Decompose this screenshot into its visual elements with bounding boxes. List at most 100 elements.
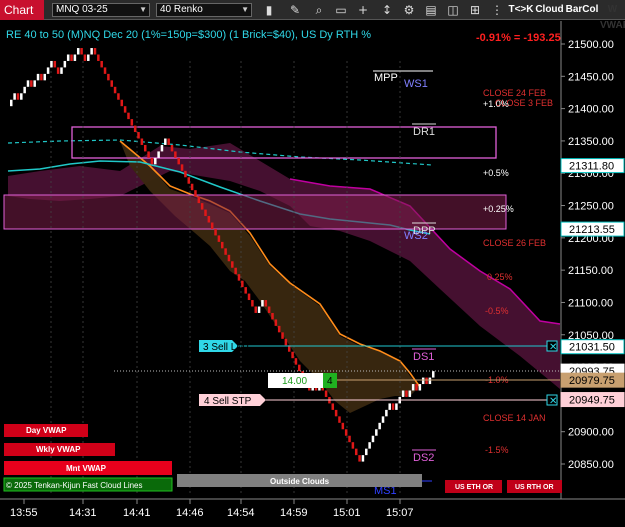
renko-brick-down [281, 332, 284, 339]
day-vwap-label: Day VWAP [26, 426, 67, 435]
attach-icon[interactable]: ⊞ [468, 3, 482, 17]
sell-limit-label: 3 Sell LMT [203, 342, 251, 353]
renko-brick-down [344, 429, 348, 436]
session-vertical-lines [50, 61, 401, 493]
renko-brick-down [53, 60, 57, 68]
monthly-vwap-label: Mnt VWAP [66, 464, 107, 473]
time-tick-label: 14:31 [69, 507, 97, 519]
template-icon[interactable]: ▤ [424, 3, 438, 17]
renko-brick-down [264, 300, 268, 307]
cloud-toggle-button[interactable]: Cloud [535, 2, 564, 18]
renko-brick-up [164, 138, 167, 145]
renko-brick-up [395, 403, 398, 410]
renko-brick-down [354, 448, 358, 456]
wvwap-toggle-button[interactable]: W VWAP [600, 2, 625, 31]
price-marker-label: 21311.80 [569, 161, 614, 173]
time-tick-label: 14:41 [123, 507, 151, 519]
price-tick-label: 21100.00 [568, 297, 613, 309]
tk-toggle-button[interactable]: T<>K [508, 2, 534, 18]
renko-brick-up [23, 86, 26, 94]
price-axis[interactable]: 21500.0021450.0021400.0021350.0021300.00… [560, 21, 625, 499]
chart-trader-icon[interactable]: ◫ [446, 3, 460, 17]
renko-brick-down [224, 248, 227, 255]
renko-brick-down [130, 119, 134, 126]
crosshair-icon[interactable]: + [356, 3, 370, 17]
time-axis[interactable]: 13:55 14:31 14:41 14:46 14:54 14:59 15:01 15:07 [0, 498, 625, 519]
renko-brick-down [207, 216, 211, 223]
percent-minus-0.25-label: 0.25% [487, 272, 513, 282]
renko-brick-down [217, 235, 221, 242]
renko-brick-down [80, 48, 83, 55]
renko-brick-down [227, 254, 231, 262]
time-tick-label: 14:59 [280, 507, 308, 519]
renko-brick-up [63, 60, 67, 68]
chevron-down-icon: ▼ [139, 5, 147, 14]
renko-brick-down [358, 455, 361, 462]
percent-minus-1.5-label: -1.5% [485, 445, 509, 455]
percent-plus-0.25-label: +0.25% [483, 204, 514, 214]
close-26feb-label: CLOSE 26 FEB [483, 238, 546, 248]
renko-brick-up [43, 73, 46, 81]
percent-plus-0.5-label: +0.5% [483, 168, 509, 178]
strategy-icon[interactable]: ⚙ [402, 3, 416, 17]
sell-stop-order[interactable]: 4 Sell STP [199, 394, 266, 407]
renko-brick-down [180, 164, 184, 171]
renko-brick-down [110, 80, 113, 87]
instrument-selector[interactable]: MNQ 03-25 ▼ [52, 3, 150, 17]
sell-limit-order[interactable]: 3 Sell LMT [199, 340, 251, 353]
renko-brick-down [231, 261, 234, 268]
vwap-buttons: Day VWAP Wkly VWAP Mnt VWAP [4, 424, 172, 475]
kijun-cloud-magenta [8, 143, 560, 389]
position-marker[interactable]: 14.00 4 [268, 373, 337, 388]
renko-brick-down [214, 228, 217, 236]
renko-brick-down [30, 80, 33, 87]
price-tick-label: 21500.00 [568, 39, 614, 51]
chart-title: RE 40 to 50 (M)NQ Dec 20 (1%=150p=$300) … [6, 29, 371, 41]
toolbar: Chart MNQ 03-25 ▼ 40 Renko ▼ ▮ ✎ ⌕ ▭ + ↕ ⚙… [0, 0, 625, 31]
renko-brick-up [257, 306, 261, 313]
grid-icon[interactable]: ⋮ [490, 3, 504, 17]
pivot-ds1-label: DS1 [413, 351, 434, 363]
renko-brick-down [123, 106, 127, 113]
close-14jan-label: CLOSE 14 JAN [483, 413, 546, 423]
weekly-vwap-label: Wkly VWAP [36, 445, 81, 454]
renko-brick-down [415, 384, 418, 391]
renko-brick-down [187, 177, 191, 184]
price-tick-label: 21400.00 [568, 104, 614, 116]
barcol-toggle-button[interactable]: BarCol [565, 2, 599, 18]
renko-brick-up [33, 80, 36, 87]
renko-brick-down [167, 138, 170, 145]
zoom-icon[interactable]: ⌕ [312, 3, 326, 17]
renko-brick-up [368, 442, 371, 449]
renko-brick-up [50, 60, 53, 68]
bar-chart-icon[interactable]: ▮ [262, 3, 276, 17]
chart-menu-button[interactable]: Chart [0, 0, 44, 20]
zoom-out-icon[interactable]: ▭ [334, 3, 348, 17]
price-tick-label: 21150.00 [568, 265, 613, 277]
tk-label: T<>K [508, 4, 534, 15]
renko-brick-down [93, 48, 97, 55]
renko-brick-down [200, 203, 204, 210]
renko-brick-down [16, 93, 20, 100]
price-marker-label: 20949.75 [569, 395, 615, 407]
sell-stop-label: 4 Sell STP [204, 396, 252, 407]
renko-brick-down [194, 190, 197, 197]
renko-brick-down [348, 435, 351, 443]
properties-icon[interactable]: ↕ [380, 3, 394, 17]
percent-plus-1-label: +1.0% [483, 99, 509, 109]
renko-brick-down [391, 403, 395, 410]
us-rth-or-label: US RTH OR [515, 484, 554, 491]
renko-brick-down [221, 241, 224, 249]
renko-brick-up [381, 416, 385, 423]
barcol-label: BarCol [565, 4, 599, 15]
renko-brick-down [184, 170, 187, 178]
price-chart[interactable]: MPP WS1 DR1 DPP WS2 DS1 DS2 MS1 CLOSE 24… [0, 21, 625, 522]
draw-pencil-icon[interactable]: ✎ [288, 3, 302, 17]
indicator-clouds [7, 139, 561, 413]
renko-brick-down [405, 390, 408, 397]
bar-type-selector[interactable]: 40 Renko ▼ [156, 3, 252, 17]
renko-brick-down [210, 222, 214, 229]
chart-panel[interactable]: MPP WS1 DR1 DPP WS2 DS1 DS2 MS1 CLOSE 24… [0, 21, 625, 522]
renko-brick-down [241, 280, 244, 288]
renko-brick-up [160, 144, 164, 152]
